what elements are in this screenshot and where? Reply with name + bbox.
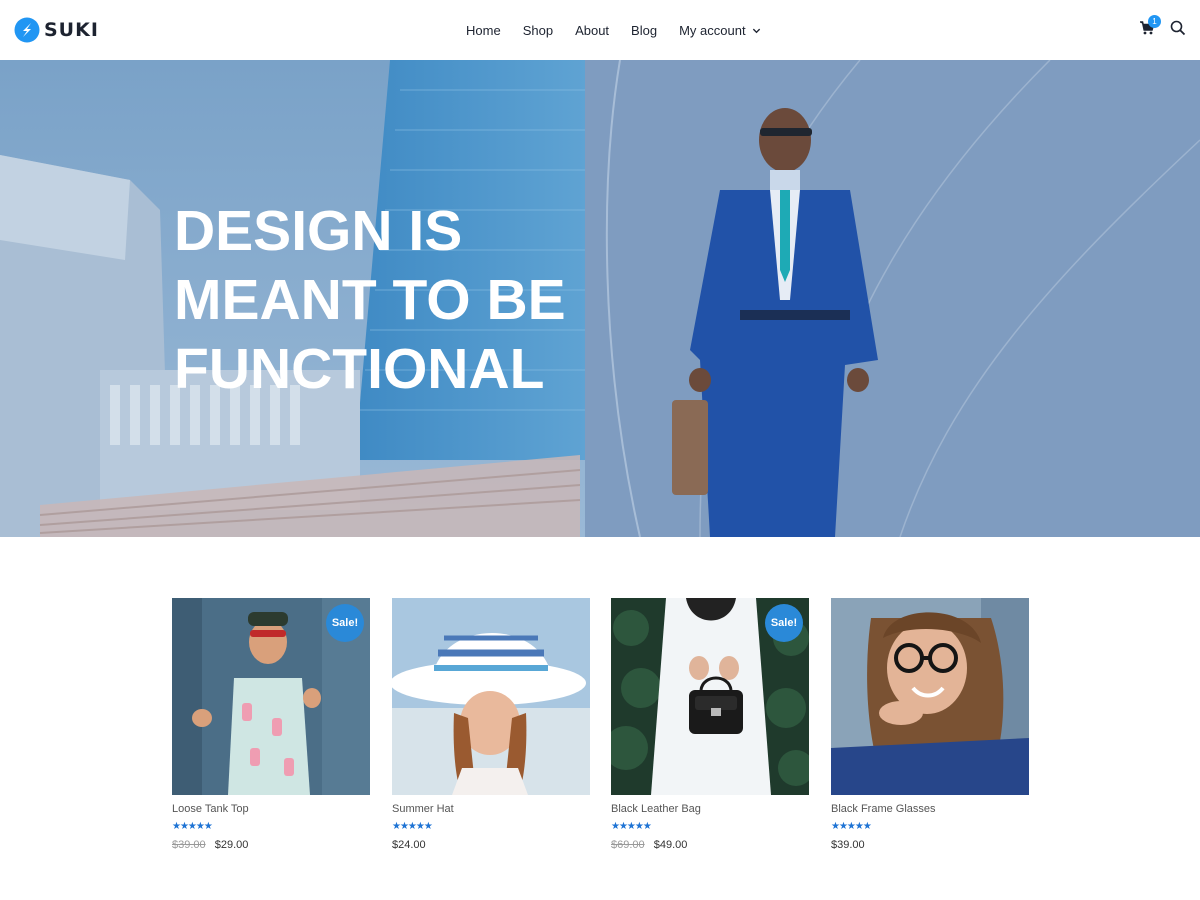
star-rating: ★★★★★ [831,819,1029,833]
product-image[interactable] [392,598,590,795]
product-price: $39.00 $29.00 [172,838,370,852]
nav-about[interactable]: About [575,23,609,38]
product-card[interactable]: Black Frame Glasses ★★★★★ $39.00 [831,598,1029,852]
star-rating: ★★★★★ [172,819,370,833]
current-price: $49.00 [653,839,688,851]
product-price: $69.00 $49.00 [611,838,809,852]
cart-button[interactable]: 1 [1139,15,1161,36]
nav-my-account[interactable]: My account [679,23,760,38]
sale-badge: Sale! [765,604,803,642]
star-icons: ★★★★★ [611,820,652,832]
nav-home[interactable]: Home [466,23,501,38]
product-name[interactable]: Black Leather Bag [611,802,809,816]
product-name[interactable]: Summer Hat [392,802,590,816]
product-card[interactable]: Summer Hat ★★★★★ $24.00 [392,598,590,852]
chevron-down-icon [752,28,760,33]
main-nav: Home Shop About Blog My account [466,0,761,60]
search-button[interactable] [1170,20,1186,36]
product-name[interactable]: Black Frame Glasses [831,802,1029,816]
brand-name: SUKI [44,19,99,41]
current-price: $39.00 [831,839,865,851]
hero-title: DESIGN IS MEANT TO BE FUNCTIONAL [174,199,566,401]
sale-badge: Sale! [326,604,364,642]
hero-banner: DESIGN IS MEANT TO BE FUNCTIONAL [0,60,1200,537]
product-image[interactable] [831,598,1029,795]
product-price: $24.00 [392,838,590,852]
star-icons: ★★★★★ [831,820,872,832]
current-price: $29.00 [214,839,249,851]
nav-shop[interactable]: Shop [523,23,553,38]
search-icon [1170,20,1186,36]
old-price: $39.00 [172,839,206,851]
cart-count-badge: 1 [1148,15,1161,28]
star-icons: ★★★★★ [392,820,433,832]
product-grid: Sale! Loose Tank Top ★★★★★ $39.00 $29.00 [172,598,1029,858]
site-header: SUKI Home Shop About Blog My account 1 [0,0,1200,60]
nav-blog[interactable]: Blog [631,23,657,38]
product-card[interactable]: Sale! Black Leather Bag ★★★★★ $69.00 $49… [611,598,809,852]
old-price: $69.00 [611,839,645,851]
star-rating: ★★★★★ [611,819,809,833]
nav-my-account-label: My account [679,22,746,38]
product-image[interactable]: Sale! [172,598,370,795]
logo-icon [14,17,40,43]
star-rating: ★★★★★ [392,819,590,833]
star-icons: ★★★★★ [172,820,213,832]
product-card[interactable]: Sale! Loose Tank Top ★★★★★ $39.00 $29.00 [172,598,370,852]
current-price: $24.00 [392,839,426,851]
product-name[interactable]: Loose Tank Top [172,802,370,816]
site-logo[interactable]: SUKI [14,16,99,44]
product-image[interactable]: Sale! [611,598,809,795]
product-price: $39.00 [831,838,1029,852]
